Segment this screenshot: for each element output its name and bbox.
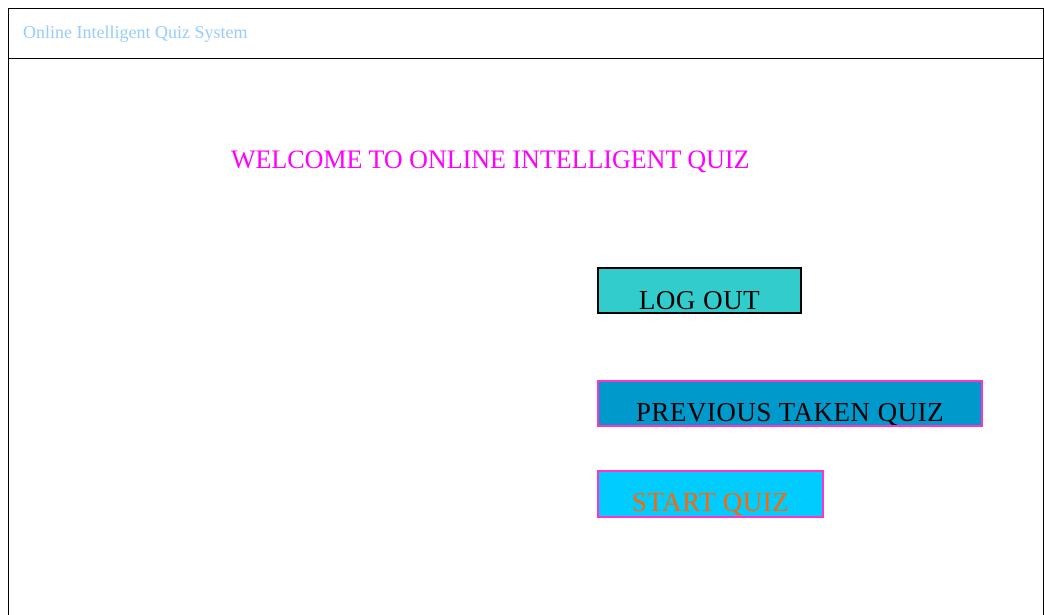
welcome-heading: WELCOME TO ONLINE INTELLIGENT QUIZ: [231, 145, 750, 174]
start-quiz-button[interactable]: START QUIZ: [597, 470, 824, 518]
app-title: Online Intelligent Quiz System: [23, 22, 248, 42]
previous-taken-quiz-button[interactable]: PREVIOUS TAKEN QUIZ: [597, 380, 983, 427]
previous-taken-quiz-button-label: PREVIOUS TAKEN QUIZ: [635, 397, 945, 427]
title-bar: Online Intelligent Quiz System: [9, 9, 1043, 59]
logout-button-label: LOG OUT: [638, 285, 761, 314]
logout-button[interactable]: LOG OUT: [597, 267, 802, 314]
start-quiz-button-label: START QUIZ: [631, 487, 790, 517]
app-window: Online Intelligent Quiz System WELCOME T…: [8, 8, 1044, 615]
